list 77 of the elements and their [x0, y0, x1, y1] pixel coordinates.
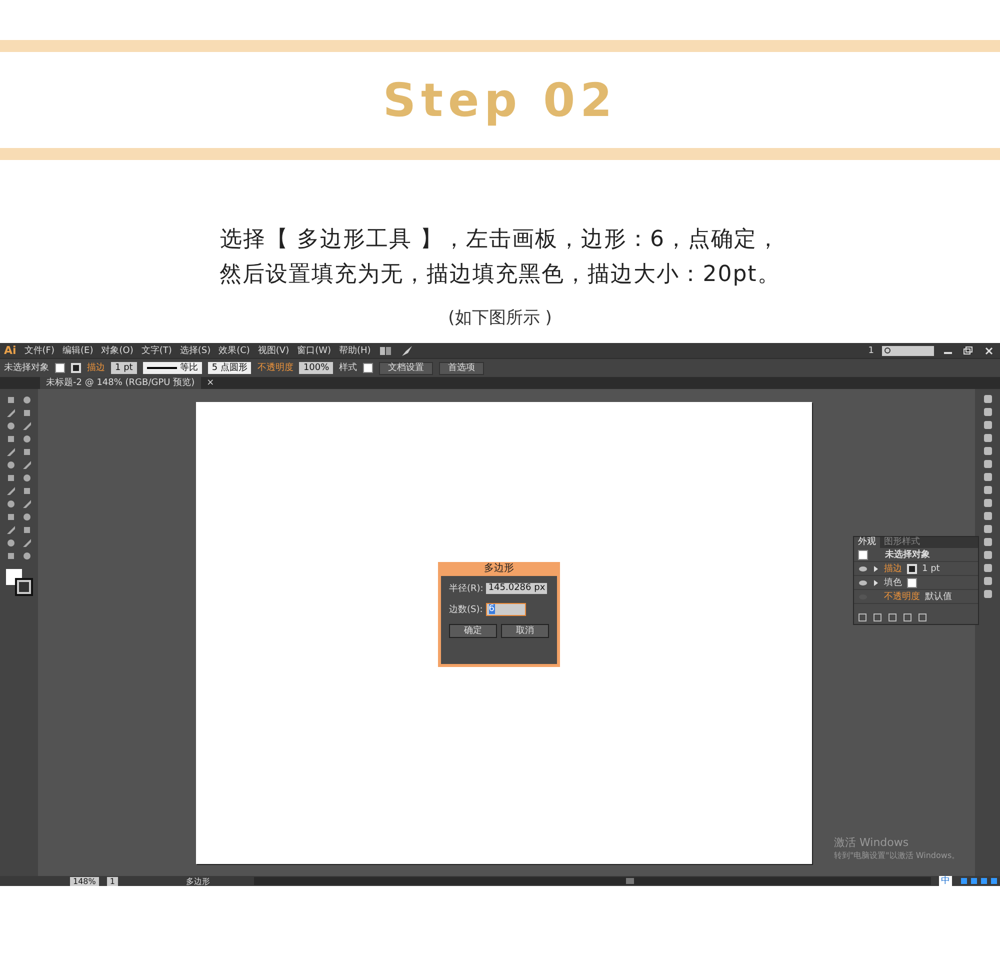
restore-icon[interactable]: [962, 346, 974, 356]
preferences-button[interactable]: 首选项: [439, 362, 484, 374]
stroke-link[interactable]: 描边: [884, 562, 902, 575]
activation-title: 激活 Windows: [834, 835, 910, 850]
stroke-swatch[interactable]: [71, 363, 81, 373]
radius-field[interactable]: 145.0286 px: [486, 583, 548, 594]
menu-item[interactable]: 选择(S): [180, 344, 211, 356]
caption-text: (如下图所示 ): [447, 307, 553, 329]
menu-item[interactable]: 编辑(E): [62, 344, 94, 356]
menu-item[interactable]: 帮助(H): [339, 344, 371, 356]
opacity-field[interactable]: 100%: [299, 362, 334, 374]
sides-field[interactable]: 6: [486, 603, 526, 616]
panel-dock-icon[interactable]: [982, 406, 994, 418]
menu-item[interactable]: 文件(F): [24, 344, 54, 356]
stroke-swatch[interactable]: [907, 564, 917, 574]
panel-dock-icon[interactable]: [982, 393, 994, 405]
activation-detail: 转到"电脑设置"以激活 Windows。: [834, 850, 960, 861]
panel-dock-icon[interactable]: [982, 523, 994, 535]
menu-item[interactable]: 文字(T): [141, 344, 172, 356]
opacity-link[interactable]: 不透明度: [884, 590, 920, 603]
menu-item[interactable]: 对象(O): [101, 344, 134, 356]
instruction-text: 然后设置填充为无，描边填充黑色，描边大小：20pt。: [218, 261, 782, 289]
style-swatch[interactable]: [363, 363, 374, 373]
fill-swatch[interactable]: [907, 578, 917, 588]
ok-button[interactable]: 确定: [449, 624, 497, 638]
row-value: 默认值: [925, 590, 952, 603]
search-field[interactable]: [882, 346, 934, 356]
cancel-button[interactable]: 取消: [501, 624, 549, 638]
menu-item[interactable]: 视图(V): [258, 344, 290, 356]
dialog-title: 多边形: [483, 562, 515, 576]
document-setup-button[interactable]: 文档设置: [379, 362, 434, 374]
panel-dock-icon[interactable]: [982, 471, 994, 483]
panel-dock-icon[interactable]: [982, 588, 994, 600]
object-label: 未选择对象: [885, 548, 930, 561]
panel-dock-icon[interactable]: [982, 575, 994, 587]
brush-dropdown[interactable]: 5 点圆形: [208, 362, 252, 374]
workspace-number[interactable]: 1: [868, 344, 874, 356]
panel-dock-icon[interactable]: [982, 497, 994, 509]
app-logo: Ai: [4, 344, 16, 357]
menu-item[interactable]: 窗口(W): [297, 344, 332, 356]
panel-dock-icon[interactable]: [982, 510, 994, 522]
selection-label: 未选择对象: [4, 362, 49, 374]
grid-icon[interactable]: [378, 346, 393, 356]
search-icon: [884, 346, 892, 354]
horizontal-scrollbar[interactable]: [254, 877, 931, 885]
object-swatch: [858, 550, 868, 560]
panel-dock-icon[interactable]: [982, 549, 994, 561]
style-label: 样式: [339, 362, 358, 374]
current-tool-label: 多边形: [186, 876, 211, 886]
tab-close-button[interactable]: ×: [206, 377, 214, 389]
menu-item[interactable]: 效果(C): [218, 344, 250, 356]
instruction-text: 选择【 多边形工具 】，左击画板，边形：6，点确定，: [219, 226, 781, 254]
input-method-indicator[interactable]: 中: [939, 876, 952, 886]
line-icon: [146, 366, 177, 370]
stroke-weight-field[interactable]: 1 pt: [111, 362, 137, 374]
fill-swatch[interactable]: [55, 363, 65, 373]
zoom-field[interactable]: 148%: [70, 876, 99, 886]
panel-dock-icon[interactable]: [982, 445, 994, 457]
panel-dock-icon[interactable]: [982, 432, 994, 444]
step-title: Step 02: [382, 73, 618, 127]
fill-stroke-swatches[interactable]: [4, 569, 34, 595]
stroke-link[interactable]: 描边: [87, 362, 105, 374]
panel-dock-icon[interactable]: [982, 458, 994, 470]
panel-dock-icon[interactable]: [982, 562, 994, 574]
artboard-field[interactable]: 1: [106, 876, 118, 886]
fill-label: 填色: [884, 576, 902, 589]
row-value: 1 pt: [922, 564, 940, 574]
tray-icons[interactable]: [960, 876, 1000, 886]
sides-label: 边数(S):: [449, 604, 483, 616]
opacity-link[interactable]: 不透明度: [257, 362, 294, 374]
radius-label: 半径(R):: [449, 582, 484, 595]
panel-dock-icon[interactable]: [982, 536, 994, 548]
stroke-profile-dropdown[interactable]: 等比: [142, 362, 202, 374]
panel-tab[interactable]: 外观: [854, 537, 880, 548]
panel-dock-icon[interactable]: [982, 419, 994, 431]
document-tab[interactable]: 未标题-2 @ 148% (RGB/GPU 预览): [40, 377, 201, 389]
panel-dock-icon[interactable]: [982, 484, 994, 496]
